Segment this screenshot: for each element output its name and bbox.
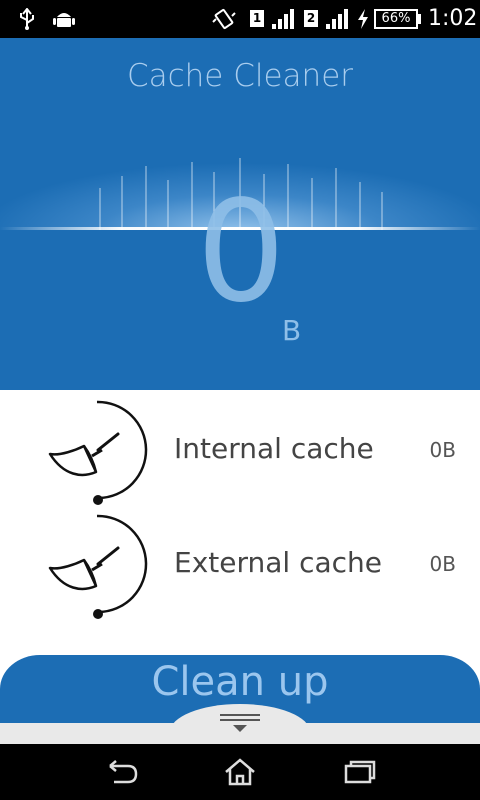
- battery-icon: 66%: [374, 9, 418, 29]
- page-title: Cache Cleaner: [126, 58, 354, 94]
- cache-item-external[interactable]: External cache 0B: [0, 504, 480, 619]
- android-debug-icon: [53, 13, 75, 27]
- navigation-bar: [0, 744, 480, 800]
- home-icon[interactable]: [220, 756, 260, 788]
- broom-gauge-icon: [48, 400, 148, 505]
- recents-icon[interactable]: [340, 756, 380, 788]
- cache-item-size: 0B: [429, 438, 456, 462]
- cache-summary-header: Cache Cleaner 0 B: [0, 38, 480, 390]
- status-bar: 1 2 66% 1:02: [0, 0, 480, 38]
- total-cache-unit: B: [282, 314, 302, 347]
- total-cache-value: 0: [196, 171, 286, 334]
- cache-item-label: Internal cache: [174, 432, 374, 465]
- sim1-badge: 1: [250, 10, 264, 27]
- usb-icon: [20, 8, 34, 30]
- broom-gauge-icon: [48, 514, 148, 619]
- sim2-label: 2: [306, 11, 316, 25]
- vibrate-icon: [212, 8, 236, 30]
- charging-icon: [358, 9, 368, 29]
- battery-percent: 66%: [381, 11, 411, 26]
- sim2-badge: 2: [304, 10, 318, 27]
- back-icon[interactable]: [102, 756, 142, 788]
- clean-up-label: Clean up: [151, 659, 329, 705]
- signal-icon: [272, 9, 294, 29]
- cache-item-label: External cache: [174, 546, 382, 579]
- sim1-label: 1: [252, 11, 262, 25]
- battery-tip: [418, 14, 421, 24]
- clock: 1:02: [428, 6, 478, 31]
- cache-item-internal[interactable]: Internal cache 0B: [0, 390, 480, 505]
- signal-icon: [326, 9, 348, 29]
- chevron-down-icon[interactable]: [218, 712, 262, 736]
- cache-item-size: 0B: [429, 552, 456, 576]
